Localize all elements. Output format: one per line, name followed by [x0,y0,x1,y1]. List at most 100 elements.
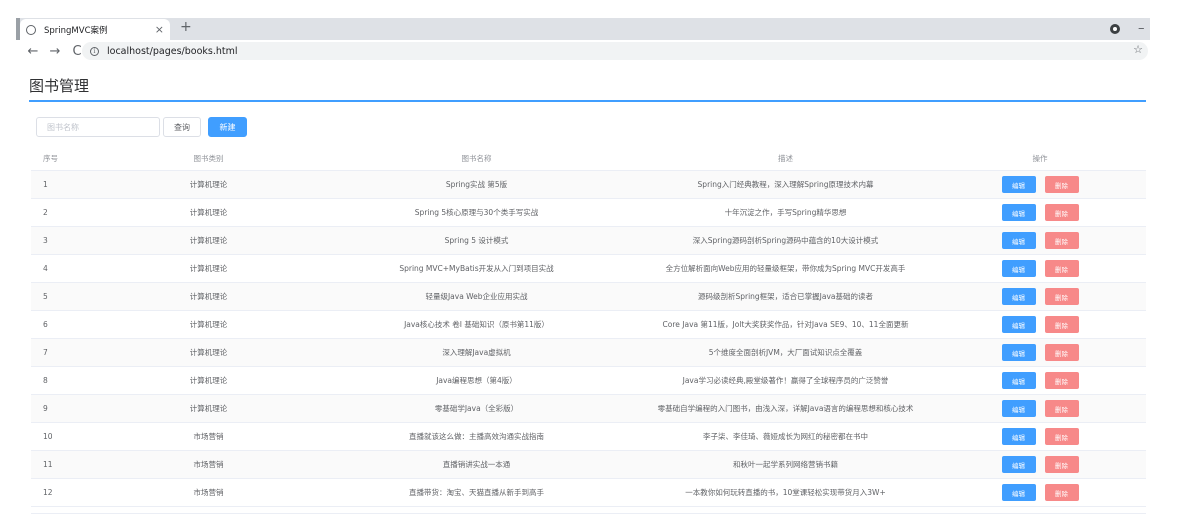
table-row: 2 计算机理论 Spring 5核心原理与30个类手写实战 十年沉淀之作，手写Spri… [31,199,1146,227]
edit-button[interactable]: 编辑 [1001,344,1036,361]
cell-category: 市场营销 [193,432,224,441]
forward-button[interactable]: → [44,45,66,58]
tab-close-icon[interactable]: × [155,24,164,35]
header-index: 序号 [43,154,58,163]
delete-button[interactable]: 删除 [1044,204,1079,221]
cell-operations: 编辑 删除 [934,316,1146,333]
cell-index: 11 [43,460,53,469]
delete-button[interactable]: 删除 [1044,456,1079,473]
edit-button[interactable]: 编辑 [1001,484,1036,501]
cell-index: 1 [43,180,48,189]
table-row: 10 市场营销 直播就该这么做：主播高效沟通实战指南 李子柒、李佳琦、薇娅成长为网红的… [31,423,1146,451]
cell-category: 计算机理论 [189,292,228,301]
table-row: 11 市场营销 直播销讲实战一本通 和秋叶一起学系列网络营销书籍 编辑 删除 [31,451,1146,479]
edit-button[interactable]: 编辑 [1001,232,1036,249]
delete-button[interactable]: 删除 [1044,260,1079,277]
table-header: 序号 图书类别 图书名称 描述 操作 [31,147,1146,171]
cell-description: Core Java 第11版，Jolt大奖获奖作品，针对Java SE9、10、… [662,320,909,329]
search-input[interactable] [36,117,160,137]
cell-operations: 编辑 删除 [934,428,1146,445]
edit-button[interactable]: 编辑 [1001,400,1036,417]
delete-button[interactable]: 删除 [1044,400,1079,417]
back-button[interactable]: ← [22,45,44,58]
cell-name: Java核心技术 卷I 基础知识（原书第11版） [404,320,549,329]
cell-operations: 编辑 删除 [934,372,1146,389]
edit-button[interactable]: 编辑 [1001,176,1036,193]
cell-operations: 编辑 删除 [934,260,1146,277]
delete-button[interactable]: 删除 [1044,232,1079,249]
cell-index: 4 [43,264,48,273]
table-row: 12 市场营销 直播带货：淘宝、天猫直播从新手到高手 一本教你如何玩转直播的书，10堂… [31,479,1146,507]
table-row: 5 计算机理论 轻量级Java Web企业应用实战 源码级剖析Spring框架，适合已… [31,283,1146,311]
cell-name: 直播带货：淘宝、天猫直播从新手到高手 [409,488,544,497]
page-title: 图书管理 [29,77,90,95]
query-button[interactable]: 查询 [163,117,201,137]
cell-description: Java学习必读经典,殿堂级著作！赢得了全球程序员的广泛赞誉 [682,376,889,385]
cell-name: Spring 5 设计模式 [444,236,509,245]
edit-button[interactable]: 编辑 [1001,260,1036,277]
cell-index: 12 [43,488,53,497]
table-row: 7 计算机理论 深入理解Java虚拟机 5个维度全面剖析JVM，大厂面试知识点全覆盖 编… [31,339,1146,367]
edit-button[interactable]: 编辑 [1001,288,1036,305]
table-row: 8 计算机理论 Java编程思想（第4版） Java学习必读经典,殿堂级著作！赢得了全… [31,367,1146,395]
cell-category: 计算机理论 [189,264,228,273]
cell-category: 计算机理论 [189,180,228,189]
delete-button[interactable]: 删除 [1044,316,1079,333]
cell-operations: 编辑 删除 [934,288,1146,305]
delete-button[interactable]: 删除 [1044,484,1079,501]
cell-operations: 编辑 删除 [934,232,1146,249]
cell-category: 计算机理论 [189,404,228,413]
table-row: 9 计算机理论 零基础学Java（全彩版） 零基础自学编程的入门图书，由浅入深，详解J… [31,395,1146,423]
cell-index: 9 [43,404,48,413]
new-button[interactable]: 新建 [208,117,247,137]
edit-button[interactable]: 编辑 [1001,316,1036,333]
omnibox[interactable]: i localhost/pages/books.html [82,42,1148,60]
header-operations: 操作 [1032,154,1048,163]
new-tab-button[interactable]: + [180,20,192,34]
edit-button[interactable]: 编辑 [1001,456,1036,473]
edit-button[interactable]: 编辑 [1001,204,1036,221]
cell-name: Spring实战 第5版 [445,180,508,189]
globe-icon [26,24,36,35]
delete-button[interactable]: 删除 [1044,372,1079,389]
url-text[interactable]: localhost/pages/books.html [107,46,238,57]
delete-button[interactable]: 删除 [1044,288,1079,305]
table-bottom-border [31,513,1146,514]
cell-name: Spring 5核心原理与30个类手写实战 [414,208,539,217]
cell-category: 计算机理论 [189,208,228,217]
delete-button[interactable]: 删除 [1044,344,1079,361]
cell-name: 直播销讲实战一本通 [442,460,511,469]
edit-button[interactable]: 编辑 [1001,372,1036,389]
header-description: 描述 [778,154,793,163]
cell-operations: 编辑 删除 [934,456,1146,473]
cell-name: 直播就该这么做：主播高效沟通实战指南 [409,432,544,441]
cell-description: 全方位解析面向Web应用的轻量级框架，带你成为Spring MVC开发高手 [665,264,906,273]
table-row: 1 计算机理论 Spring实战 第5版 Spring入门经典教程，深入理解Sprin… [31,171,1146,199]
minimize-button[interactable]: – [1138,22,1145,35]
cell-category: 计算机理论 [189,236,228,245]
record-icon[interactable] [1110,24,1120,34]
delete-button[interactable]: 删除 [1044,428,1079,445]
cell-operations: 编辑 删除 [934,400,1146,417]
cell-index: 6 [43,320,48,329]
header-category: 图书类别 [193,154,224,163]
delete-button[interactable]: 删除 [1044,176,1079,193]
table-row: 3 计算机理论 Spring 5 设计模式 深入Spring源码剖析Spring源码中… [31,227,1146,255]
browser-tab-bar: SpringMVC案例 × + – [0,0,1183,40]
tab-title: SpringMVC案例 [44,25,108,36]
browser-tab[interactable]: SpringMVC案例 × [20,19,170,40]
bookmark-star-icon[interactable]: ☆ [1133,44,1143,55]
cell-description: 十年沉淀之作，手写Spring精华思想 [724,208,847,217]
cell-operations: 编辑 删除 [934,204,1146,221]
cell-description: 李子柒、李佳琦、薇娅成长为网红的秘密都在书中 [703,432,868,441]
cell-index: 8 [43,376,48,385]
cell-name: Spring MVC+MyBatis开发从入门到项目实战 [399,264,554,273]
cell-category: 市场营销 [193,460,224,469]
cell-category: 计算机理论 [189,376,228,385]
cell-description: 和秋叶一起学系列网络营销书籍 [733,460,838,469]
edit-button[interactable]: 编辑 [1001,428,1036,445]
info-icon[interactable]: i [90,46,99,56]
cell-operations: 编辑 删除 [934,344,1146,361]
cell-category: 计算机理论 [189,348,228,357]
books-table: 序号 图书类别 图书名称 描述 操作 1 计算机理论 Spring实战 第5版 Spr… [31,147,1146,507]
